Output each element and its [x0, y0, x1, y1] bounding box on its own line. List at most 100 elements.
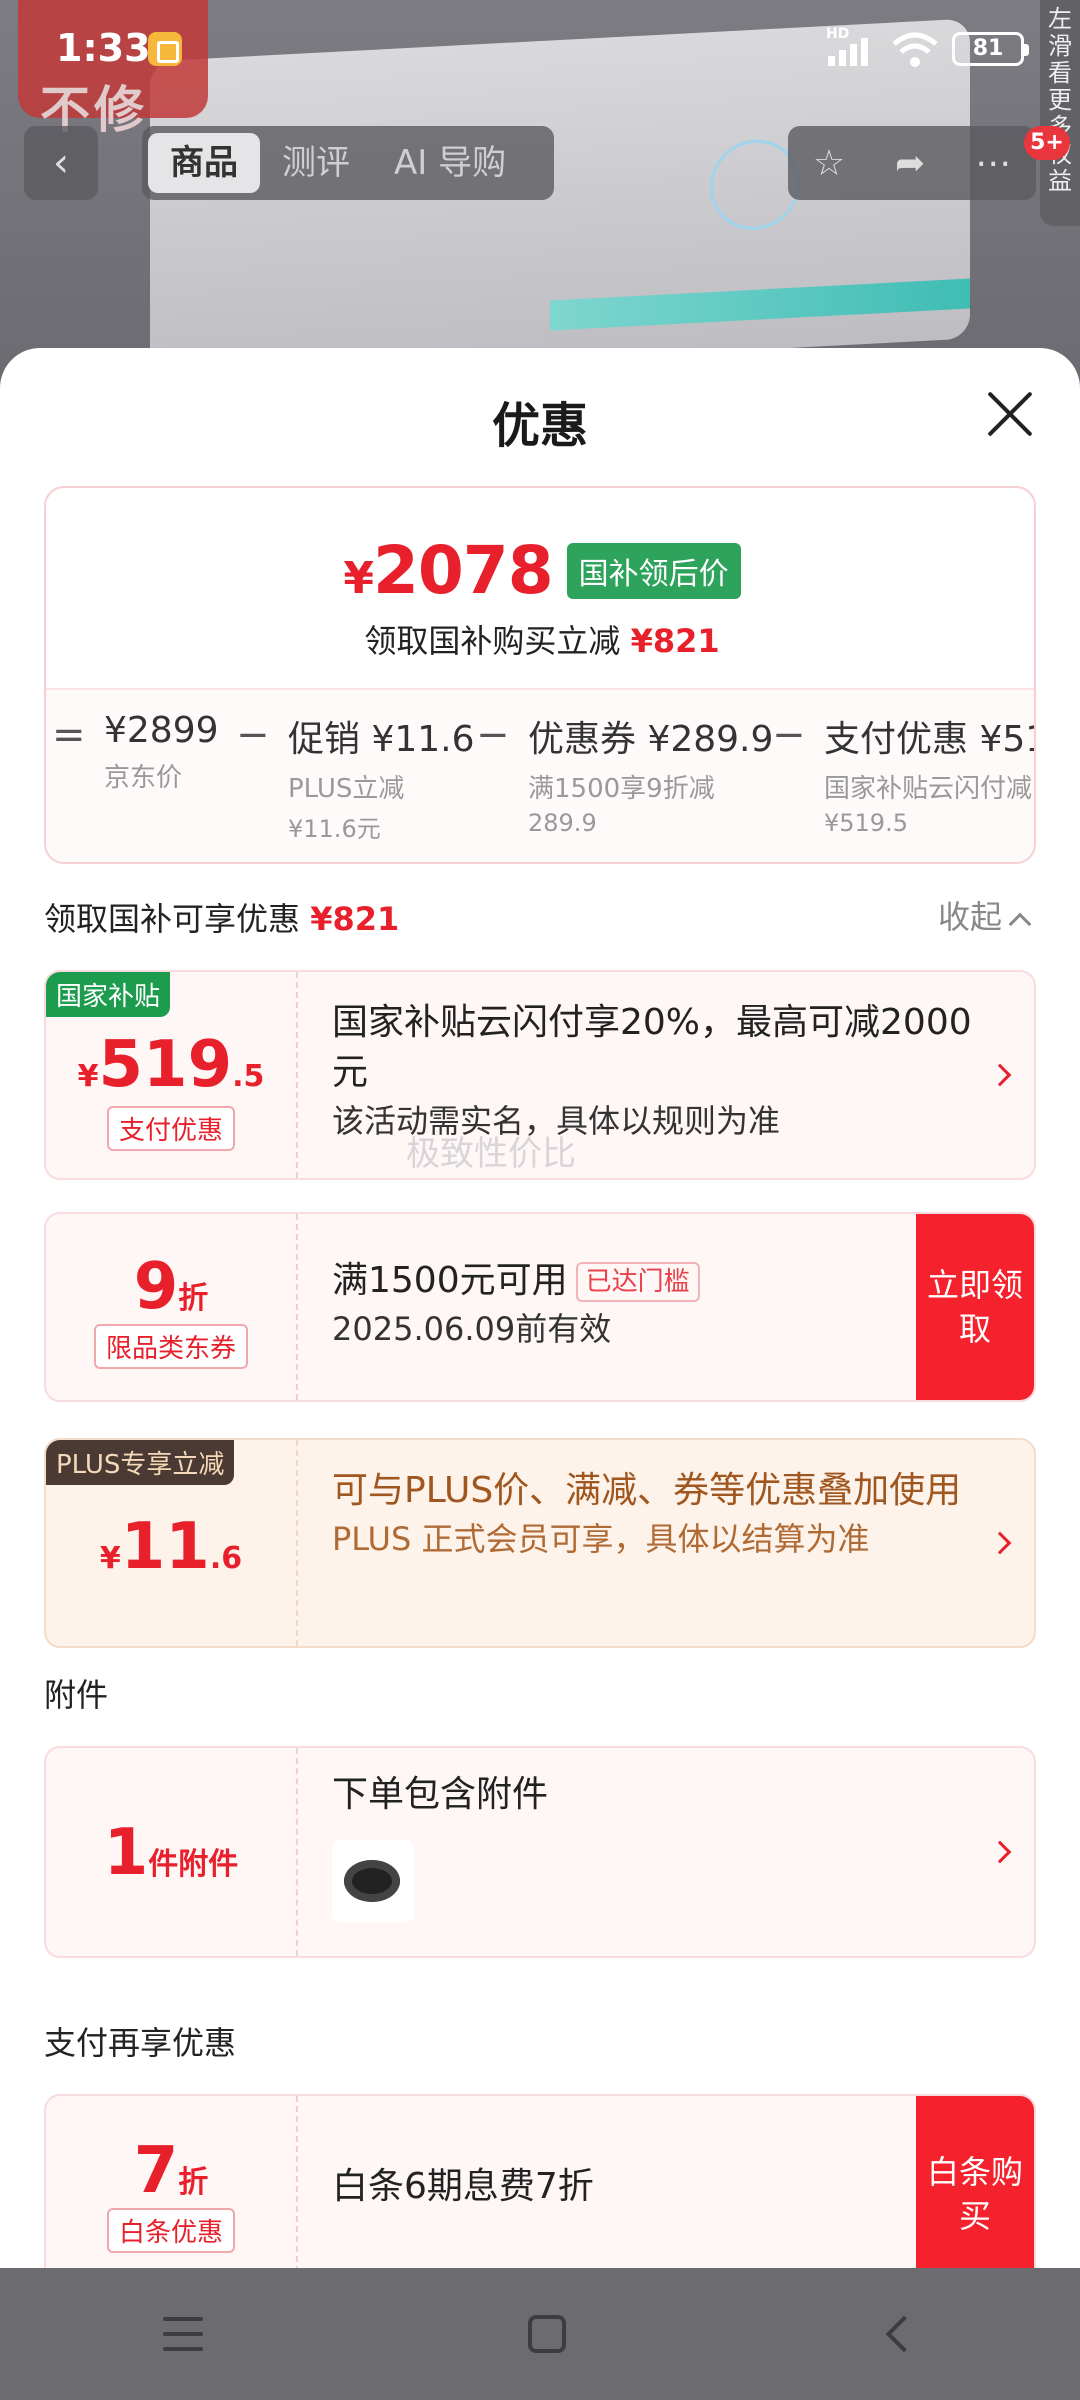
- section-accessory-header: 附件: [44, 1676, 109, 1714]
- coupon-status-tag: 已达门槛: [575, 1262, 700, 1302]
- breakdown-op-0: =: [52, 712, 86, 758]
- back-icon[interactable]: [885, 2315, 923, 2353]
- section-amount: ¥821: [310, 900, 400, 938]
- discount-value: 9: [133, 1250, 179, 1324]
- coupon-discount: 9折: [46, 1250, 296, 1324]
- price-breakdown: = ¥2899 京东价 − 促销 ¥11.6 PLUS立减 ¥11.6元 − 优…: [46, 688, 1034, 862]
- subtitle-amount: ¥821: [630, 622, 720, 660]
- breakdown-item-coupon: 优惠券 ¥289.9 满1500享9折减 289.9: [528, 710, 773, 837]
- coupon-validity: 2025.06.09前有效: [332, 1310, 612, 1348]
- baitiao-title: 白条6期息费7折: [332, 2166, 594, 2207]
- plus-subtitle: PLUS 正式会员可享，具体以结算为准: [332, 1520, 870, 1558]
- top-tab-bar: 商品 测评 AI 导购: [142, 126, 554, 200]
- subsidy-amount: ¥519.5: [46, 1028, 296, 1102]
- plus-amount: ¥11.6: [46, 1510, 296, 1584]
- accessory-thumbnail[interactable]: [332, 1840, 414, 1922]
- baitiao-card-content: 白条6期息费7折: [332, 2096, 894, 2268]
- accessory-count-value: 1: [103, 1816, 149, 1890]
- baitiao-card-left: 7折 白条优惠: [46, 2096, 298, 2268]
- subsidy-title: 国家补贴云闪付享20%，最高可减2000元: [332, 1002, 972, 1093]
- signal-icon: [828, 30, 888, 66]
- currency-symbol: ¥: [99, 1541, 121, 1576]
- amount-dec: .6: [209, 1541, 243, 1576]
- subsidy-corner-tag: 国家补贴: [46, 972, 171, 1017]
- plus-title: 可与PLUS价、满减、券等优惠叠加使用: [332, 1470, 962, 1511]
- breakdown-main: 优惠券 ¥289.9: [528, 719, 774, 760]
- accessory-unit: 件附件: [148, 1847, 239, 1882]
- section-label: 领取国补可享优惠: [44, 900, 301, 938]
- breakdown-sub: 京东价: [104, 763, 183, 793]
- breakdown-op-2: −: [476, 712, 510, 758]
- subsidy-type-tag: 支付优惠: [106, 1106, 235, 1151]
- coupon-card: 9折 限品类东券 满1500元可用 已达门槛 2025.06.09前有效 立即领取: [44, 1212, 1036, 1402]
- product-indicator-ring: [710, 137, 800, 233]
- breakdown-op-3: −: [772, 712, 806, 758]
- currency-symbol: ¥: [343, 553, 374, 604]
- breakdown-sub2: ¥519.5: [824, 809, 908, 837]
- plus-corner-tag: PLUS专享立减: [46, 1440, 235, 1485]
- subtitle-text: 领取国补购买立减: [364, 622, 621, 660]
- menu-icon[interactable]: [162, 2317, 203, 2351]
- status-bar: 1:33 HD 81: [0, 0, 1080, 100]
- plus-card[interactable]: ¥11.6 PLUS专享立减 可与PLUS价、满减、券等优惠叠加使用 PLUS …: [44, 1438, 1036, 1648]
- battery-icon: 81: [952, 32, 1029, 66]
- tab-product[interactable]: 商品: [148, 133, 260, 193]
- baitiao-buy-button[interactable]: 白条购买: [916, 2096, 1034, 2268]
- coupon-title: 满1500元可用: [332, 1260, 568, 1301]
- more-icon[interactable]: ⋯: [975, 143, 1011, 184]
- baitiao-discount: 7折: [46, 2134, 296, 2208]
- system-nav-bar: [0, 2268, 1080, 2400]
- plus-card-content: 可与PLUS价、满减、券等优惠叠加使用 PLUS 正式会员可享，具体以结算为准: [332, 1440, 974, 1646]
- discount-unit: 折: [178, 2165, 209, 2200]
- final-price-value: 2078: [372, 532, 554, 609]
- breakdown-main: 支付优惠 ¥519.5: [824, 719, 1034, 760]
- coupon-card-content: 满1500元可用 已达门槛 2025.06.09前有效: [332, 1214, 894, 1400]
- breakdown-sub: PLUS立减: [288, 774, 405, 804]
- breakdown-item-jd-price: ¥2899 京东价: [104, 710, 219, 794]
- side-badge: 5+: [1024, 126, 1070, 160]
- home-icon[interactable]: [527, 2315, 566, 2353]
- accessory-count: 1件附件: [46, 1816, 296, 1890]
- chevron-right-icon: [988, 1531, 1012, 1555]
- accessory-card-content: 下单包含附件: [332, 1748, 974, 1956]
- coupon-type-tag: 限品类东券: [93, 1324, 248, 1369]
- final-price: ¥2078: [343, 532, 554, 609]
- discount-unit: 折: [178, 1281, 209, 1316]
- final-price-subtitle: 领取国补购买立减 ¥821: [46, 616, 1034, 662]
- discount-value: 7: [133, 2134, 179, 2208]
- breakdown-sub: 国家补贴云闪付减: [824, 774, 1033, 804]
- close-icon[interactable]: [986, 390, 1034, 438]
- price-summary: ¥2078 国补领后价 领取国补购买立减 ¥821 = ¥2899 京东价 − …: [44, 486, 1036, 864]
- breakdown-item-promo: 促销 ¥11.6 PLUS立减 ¥11.6元: [288, 710, 475, 844]
- accessory-card[interactable]: 1件附件 下单包含附件: [44, 1746, 1036, 1958]
- collapse-toggle[interactable]: 收起: [938, 892, 1032, 938]
- breakdown-item-payment: 支付优惠 ¥519.5 国家补贴云闪付减 ¥519.5: [824, 710, 1034, 837]
- sheet-title: 优惠: [491, 398, 588, 454]
- tab-review[interactable]: 测评: [260, 133, 372, 193]
- side-swipe-hint[interactable]: 左滑看更多权益: [1040, 0, 1080, 226]
- coupon-title-row: 满1500元可用 已达门槛: [332, 1256, 894, 1306]
- watermark: 极致性价比: [406, 1134, 576, 1174]
- chevron-up-icon: [1008, 912, 1032, 936]
- notification-icon: [148, 32, 182, 66]
- baitiao-type-tag: 白条优惠: [106, 2208, 235, 2253]
- status-time: 1:33: [56, 26, 151, 70]
- breakdown-sub: 满1500享9折减: [528, 774, 715, 804]
- share-icon[interactable]: ➦: [895, 143, 925, 184]
- wifi-icon: [892, 32, 938, 67]
- section-pay-header: 支付再享优惠: [44, 2024, 237, 2062]
- breakdown-sub2: 289.9: [528, 809, 597, 837]
- currency-symbol: ¥: [77, 1059, 99, 1094]
- breakdown-main: ¥2899: [104, 710, 219, 751]
- collapse-label: 收起: [938, 898, 1003, 936]
- back-button[interactable]: ‹: [24, 126, 98, 200]
- breakdown-sub2: ¥11.6元: [288, 815, 381, 843]
- favorite-star-icon[interactable]: ☆: [813, 143, 845, 184]
- claim-coupon-button[interactable]: 立即领取: [916, 1214, 1034, 1400]
- product-vent: [550, 278, 970, 331]
- amount-int: 11: [120, 1510, 210, 1584]
- chevron-right-icon: [988, 1063, 1012, 1087]
- tab-ai-guide[interactable]: AI 导购: [372, 133, 528, 193]
- breakdown-main: 促销 ¥11.6: [288, 719, 475, 760]
- discount-sheet: 优惠 ¥2078 国补领后价 领取国补购买立减 ¥821 = ¥2899 京东价…: [0, 348, 1080, 2268]
